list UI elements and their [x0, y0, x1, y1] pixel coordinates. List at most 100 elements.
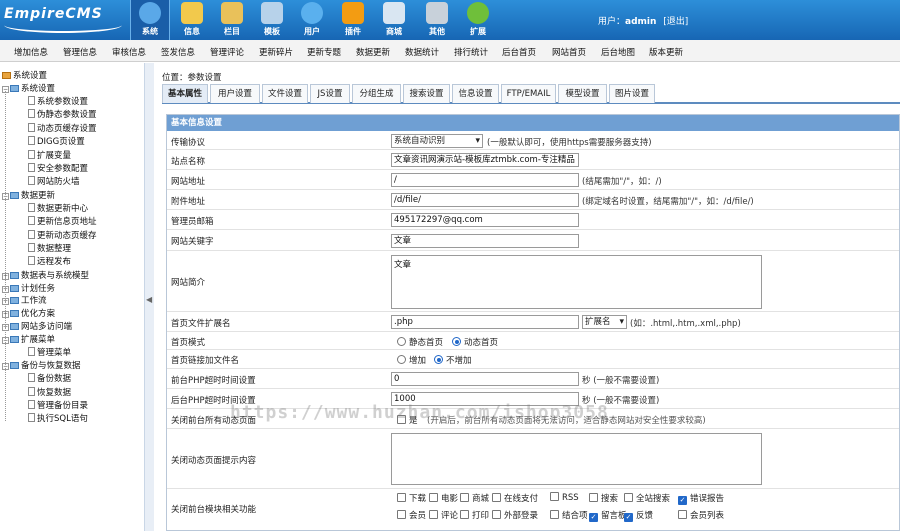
tab[interactable]: 用户设置 — [210, 84, 260, 103]
tree-item-sys[interactable]: 系统参数设置 — [28, 95, 88, 107]
tree-item-sys[interactable]: 安全参数配置 — [28, 162, 88, 174]
sub-nav-link[interactable]: 排行统计 — [454, 46, 488, 58]
module-option[interactable]: 会员列表 — [678, 509, 724, 521]
keywords-input[interactable]: 文章 — [391, 234, 579, 248]
checkbox-icon[interactable] — [492, 510, 501, 519]
link-noadd-option[interactable]: 不增加 — [434, 354, 472, 366]
main-nav-pencil[interactable]: 信息 — [172, 0, 212, 40]
sub-nav-link[interactable]: 更新碎片 — [259, 46, 293, 58]
module-option[interactable]: 结合项 — [550, 509, 588, 521]
main-nav-shop[interactable]: 商城 — [374, 0, 414, 40]
sub-nav-link[interactable]: 管理信息 — [63, 46, 97, 58]
main-nav-plus[interactable]: 扩展 — [458, 0, 498, 40]
protocol-select[interactable]: 系统自动识别 — [391, 134, 483, 148]
checkbox-icon[interactable] — [397, 415, 406, 424]
tree-item-upd[interactable]: 数据整理 — [28, 242, 71, 254]
tree-item-bak[interactable]: 执行SQL语句 — [28, 412, 88, 424]
sub-nav-link[interactable]: 后台地图 — [601, 46, 635, 58]
collapse-arrow-icon[interactable]: ◀ — [146, 295, 152, 304]
back-timeout-input[interactable]: 1000 — [391, 392, 579, 406]
checkbox-icon[interactable] — [589, 493, 598, 502]
tree-group-bak[interactable]: − 备份与恢复数据 — [2, 359, 81, 371]
tree-item-sys[interactable]: 伪静态参数设置 — [28, 108, 97, 120]
tree-item-sys[interactable]: 网站防火墙 — [28, 175, 80, 187]
close-dyn-option[interactable]: 是 — [397, 414, 418, 426]
tab[interactable]: 图片设置 — [609, 84, 655, 103]
module-option[interactable]: 电影 — [429, 492, 458, 504]
radio-icon[interactable] — [397, 355, 406, 364]
main-nav-user[interactable]: 用户 — [292, 0, 332, 40]
tree-group-g2[interactable]: + 计划任务 — [2, 282, 55, 294]
module-option[interactable]: 下载 — [397, 492, 426, 504]
module-option[interactable]: 在线支付 — [492, 492, 538, 504]
checkbox-checked-icon[interactable]: ✓ — [589, 513, 598, 522]
tab[interactable]: 信息设置 — [452, 84, 499, 103]
tab[interactable]: JS设置 — [310, 84, 350, 103]
sub-nav-link[interactable]: 数据更新 — [356, 46, 390, 58]
sub-nav-link[interactable]: 数据统计 — [405, 46, 439, 58]
checkbox-icon[interactable] — [550, 492, 559, 501]
tree-item-sys[interactable]: DIGG页设置 — [28, 135, 85, 147]
email-input[interactable]: 495172297@qq.com — [391, 213, 579, 227]
radio-icon[interactable] — [397, 337, 406, 346]
sidebar-splitter[interactable]: ◀ — [145, 63, 154, 531]
radio-checked-icon[interactable] — [434, 355, 443, 364]
siteurl-input[interactable]: / — [391, 173, 579, 187]
sub-nav-link[interactable]: 增加信息 — [14, 46, 48, 58]
tree-item-upd[interactable]: 更新动态页缓存 — [28, 229, 97, 241]
main-nav-globe[interactable]: 系统 — [130, 0, 170, 40]
tab[interactable]: 分组生成 — [352, 84, 401, 103]
tree-item-bak[interactable]: 恢复数据 — [28, 386, 71, 398]
module-option[interactable]: 搜索 — [589, 492, 618, 504]
checkbox-checked-icon[interactable]: ✓ — [678, 496, 687, 505]
logout-link[interactable]: [退出] — [663, 17, 688, 27]
tree-item-upd[interactable]: 远程发布 — [28, 255, 71, 267]
link-add-option[interactable]: 增加 — [397, 354, 426, 366]
sub-nav-link[interactable]: 后台首页 — [502, 46, 536, 58]
tab[interactable]: 模型设置 — [558, 84, 607, 103]
tab[interactable]: FTP/EMAIL — [501, 84, 556, 103]
sub-nav-link[interactable]: 管理评论 — [210, 46, 244, 58]
module-option[interactable]: RSS — [550, 492, 579, 503]
main-nav-gear[interactable]: 其他 — [417, 0, 457, 40]
checkbox-icon[interactable] — [550, 510, 559, 519]
module-option[interactable]: ✓ 反馈 — [624, 509, 653, 522]
checkbox-icon[interactable] — [492, 493, 501, 502]
tree-group-ext[interactable]: − 扩展菜单 — [2, 333, 55, 345]
tree-item-bak[interactable]: 备份数据 — [28, 372, 71, 384]
module-option[interactable]: 外部登录 — [492, 509, 538, 521]
module-option[interactable]: ✓ 错误报告 — [678, 492, 724, 505]
mode-static-option[interactable]: 静态首页 — [397, 336, 443, 348]
checkbox-icon[interactable] — [624, 493, 633, 502]
sub-nav-link[interactable]: 更新专题 — [307, 46, 341, 58]
checkbox-icon[interactable] — [397, 510, 406, 519]
tree-item-bak[interactable]: 管理备份目录 — [28, 399, 88, 411]
ext-select[interactable]: 扩展名 — [582, 315, 627, 329]
module-option[interactable]: ✓ 留言板 — [589, 509, 627, 522]
tree-group-g1[interactable]: + 数据表与系统模型 — [2, 269, 89, 281]
front-timeout-input[interactable]: 0 — [391, 372, 579, 386]
tree-group-upd[interactable]: − 数据更新 — [2, 189, 55, 201]
module-option[interactable]: 全站搜索 — [624, 492, 670, 504]
tree-group-g4[interactable]: + 优化方案 — [2, 307, 55, 319]
sub-nav-link[interactable]: 签发信息 — [161, 46, 195, 58]
module-option[interactable]: 评论 — [429, 509, 458, 521]
sub-nav-link[interactable]: 审核信息 — [112, 46, 146, 58]
ext-input[interactable]: .php — [391, 315, 579, 329]
desc-textarea[interactable]: 文章 — [391, 255, 762, 309]
checkbox-icon[interactable] — [678, 510, 687, 519]
tree-group-sys[interactable]: − 系统设置 — [2, 82, 55, 94]
checkbox-checked-icon[interactable]: ✓ — [624, 513, 633, 522]
checkbox-icon[interactable] — [429, 510, 438, 519]
checkbox-icon[interactable] — [429, 493, 438, 502]
close-tip-textarea[interactable] — [391, 433, 762, 485]
tab[interactable]: 搜索设置 — [403, 84, 450, 103]
tree-group-g3[interactable]: + 工作流 — [2, 294, 47, 306]
tree-group-g5[interactable]: + 网站多访问端 — [2, 320, 72, 332]
attachurl-input[interactable]: /d/file/ — [391, 193, 579, 207]
tree-root[interactable]: 系统设置 — [2, 69, 47, 81]
sub-nav-link[interactable]: 版本更新 — [649, 46, 683, 58]
tree-item-upd[interactable]: 数据更新中心 — [28, 202, 88, 214]
radio-checked-icon[interactable] — [452, 337, 461, 346]
tree-item-sys[interactable]: 扩展变量 — [28, 149, 71, 161]
